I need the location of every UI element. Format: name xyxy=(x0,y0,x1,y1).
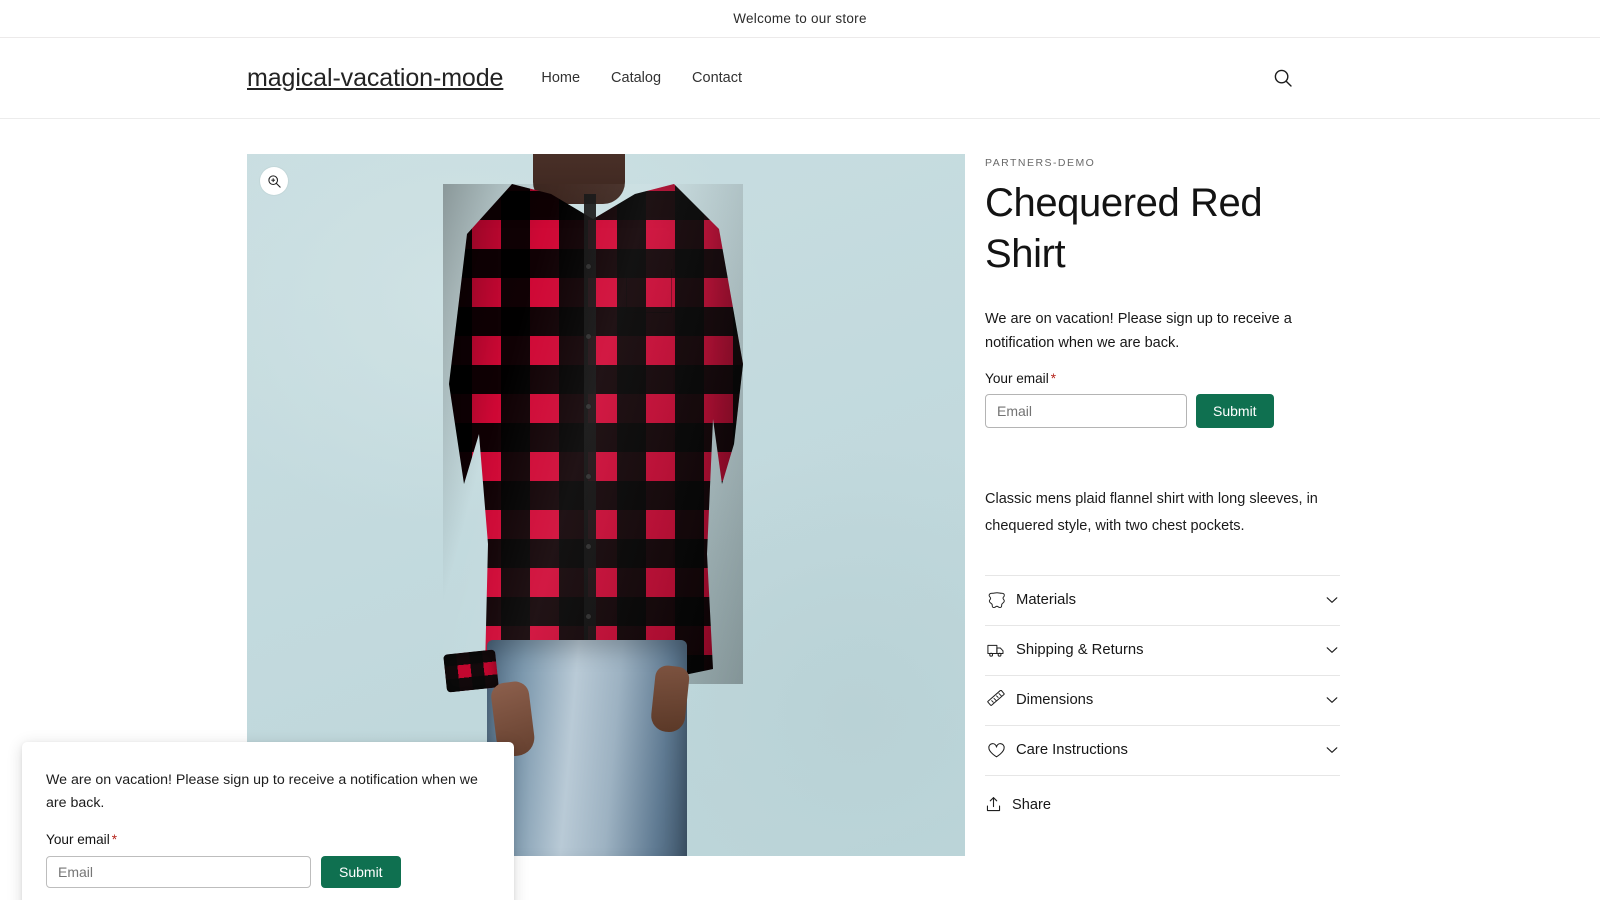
email-label-text: Your email xyxy=(985,371,1049,387)
accordion-item-shipping-returns[interactable]: Shipping & Returns xyxy=(985,626,1340,676)
announcement-bar: Welcome to our store xyxy=(0,0,1600,38)
required-asterisk: * xyxy=(1050,371,1057,387)
shirt-button xyxy=(585,334,591,339)
shirt-button xyxy=(585,544,591,549)
share-label: Share xyxy=(1012,796,1051,813)
popup-message: We are on vacation! Please sign up to re… xyxy=(46,772,478,811)
nav-item-catalog[interactable]: Catalog xyxy=(611,70,661,86)
accordion-label: Materials xyxy=(1016,592,1077,609)
product-title: Chequered Red Shirt xyxy=(985,181,1263,277)
heart-icon xyxy=(985,739,1007,761)
brand-logo[interactable]: magical-vacation-mode xyxy=(247,64,503,93)
zoom-in-button[interactable] xyxy=(260,167,288,195)
accordion-label: Dimensions xyxy=(1016,692,1094,709)
nav-item-home[interactable]: Home xyxy=(541,70,580,86)
popup-required-asterisk: * xyxy=(111,832,118,847)
product-vendor: PARTNERS-DEMO xyxy=(985,157,1096,169)
share-icon xyxy=(986,797,1001,812)
popup-email-label-text: Your email xyxy=(46,832,110,847)
truck-icon xyxy=(985,639,1007,661)
email-field-label: Your email * xyxy=(985,371,1340,386)
hide-leather-icon xyxy=(985,589,1007,611)
popup-submit-button[interactable]: Submit xyxy=(321,856,401,888)
accordion-item-materials[interactable]: Materials xyxy=(985,576,1340,626)
accordion-item-dimensions[interactable]: Dimensions xyxy=(985,676,1340,726)
accordion-label: Shipping & Returns xyxy=(1016,642,1144,659)
search-icon xyxy=(1274,69,1292,87)
popup-email-input[interactable] xyxy=(46,856,311,888)
popup-form: Submit xyxy=(46,856,490,888)
shirt-button xyxy=(585,404,591,409)
shirt-button xyxy=(585,614,591,619)
shirt-cuff xyxy=(443,649,499,693)
chevron-down-icon xyxy=(1326,747,1338,754)
chevron-down-icon xyxy=(1326,597,1338,604)
announcement-text: Welcome to our store xyxy=(733,11,867,26)
shirt-button xyxy=(585,474,591,479)
product-description: Classic mens plaid flannel shirt with lo… xyxy=(985,491,1318,535)
nav-item-contact[interactable]: Contact xyxy=(692,70,742,86)
zoom-in-icon xyxy=(267,174,281,188)
shirt-button xyxy=(585,264,591,269)
search-button[interactable] xyxy=(1266,61,1300,95)
site-header: magical-vacation-mode Home Catalog Conta… xyxy=(0,38,1600,119)
share-button[interactable]: Share xyxy=(985,782,1073,828)
accordion-item-care-instructions[interactable]: Care Instructions xyxy=(985,726,1340,776)
chest-pocket xyxy=(626,269,672,313)
popup-email-label: Your email * xyxy=(46,832,490,847)
vacation-notice: We are on vacation! Please sign up to re… xyxy=(985,311,1292,351)
accordion-label: Care Instructions xyxy=(1016,742,1128,759)
plaid-shirt xyxy=(443,184,743,684)
vacation-signup-form: Submit xyxy=(985,394,1340,429)
submit-button[interactable]: Submit xyxy=(1196,394,1274,429)
primary-navigation: Home Catalog Contact xyxy=(541,70,742,86)
email-input[interactable] xyxy=(985,394,1187,429)
chevron-down-icon xyxy=(1326,697,1338,704)
product-accordion: Materials Shipping & Returns Dimensions … xyxy=(985,574,1340,776)
chevron-down-icon xyxy=(1326,647,1338,654)
ruler-icon xyxy=(985,689,1007,711)
vacation-popup: We are on vacation! Please sign up to re… xyxy=(22,742,514,900)
product-info-column: PARTNERS-DEMO Chequered Red Shirt We are… xyxy=(985,154,1340,856)
product-main: PARTNERS-DEMO Chequered Red Shirt We are… xyxy=(0,119,1600,900)
